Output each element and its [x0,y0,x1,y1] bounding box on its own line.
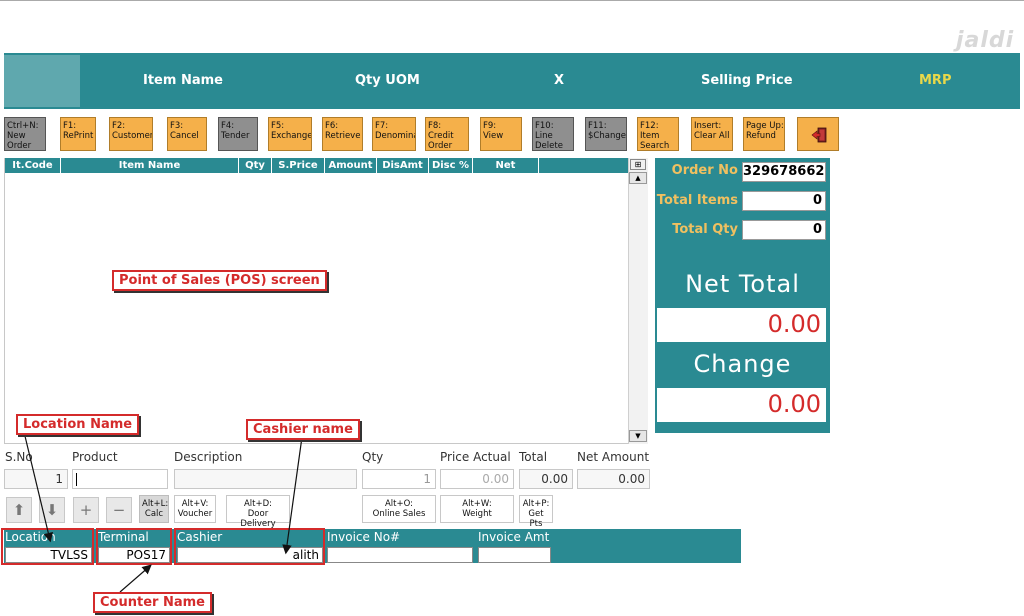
cashier-arrow [282,436,303,555]
counter-arrow [119,564,152,593]
pos-window: jaldi Item Name Qty UOM X Selling Price … [0,0,1024,616]
annotation-arrows [23,431,303,593]
annotation-counter-name: Counter Name [93,592,212,613]
location-arrow [23,431,53,543]
annotation-cashier-name: Cashier name [246,419,360,440]
annotation-location-name: Location Name [16,414,140,435]
